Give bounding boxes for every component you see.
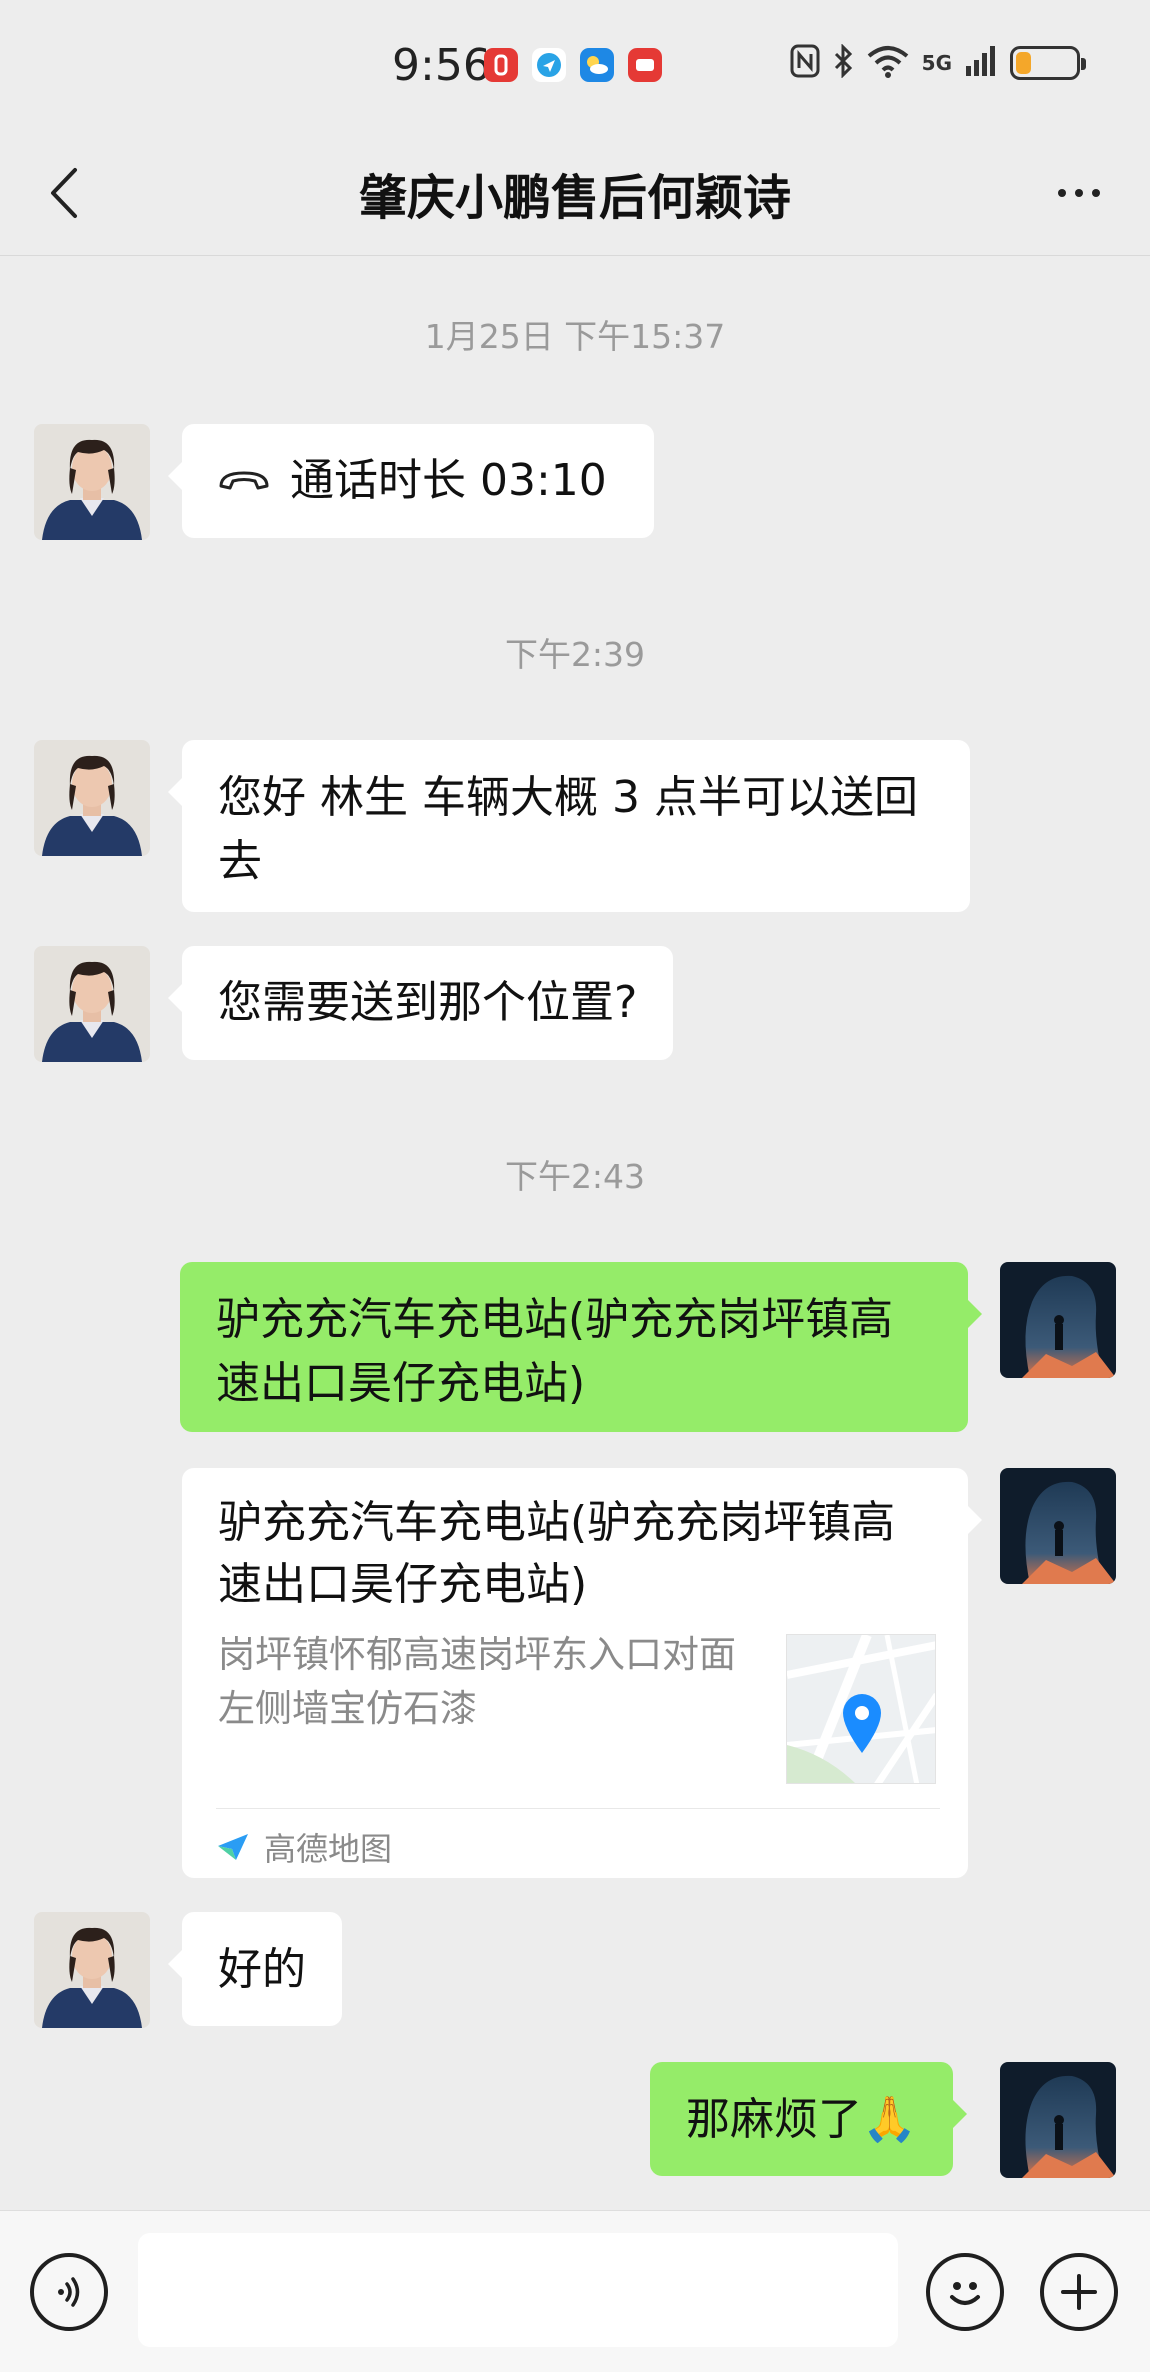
more-icon bbox=[1058, 189, 1066, 197]
location-map-thumbnail bbox=[786, 1634, 936, 1784]
plus-button[interactable] bbox=[1040, 2253, 1118, 2331]
avatar-contact[interactable] bbox=[34, 946, 150, 1062]
voice-icon bbox=[58, 2277, 80, 2307]
status-right: 5G bbox=[790, 43, 1086, 82]
avatar-self[interactable] bbox=[1000, 1262, 1116, 1378]
avatar-contact[interactable] bbox=[34, 424, 150, 540]
weather-icon bbox=[580, 48, 614, 82]
avatar-contact[interactable] bbox=[34, 1912, 150, 2028]
emoji-button[interactable] bbox=[926, 2253, 1004, 2331]
message-input[interactable] bbox=[138, 2233, 898, 2347]
phone-hangup-icon bbox=[219, 471, 269, 490]
amap-logo-icon bbox=[218, 1834, 248, 1860]
avatar-self[interactable] bbox=[1000, 1468, 1116, 1584]
message-bubble[interactable]: 您好 林生 车辆大概 3 点半可以送回去 bbox=[168, 740, 970, 912]
plus-icon bbox=[1061, 2274, 1097, 2310]
location-title: 驴充充汽车充电站(驴充充岗坪镇高速出口昊仔充电站) bbox=[218, 1497, 896, 1610]
location-divider bbox=[216, 1808, 940, 1809]
message-bubble[interactable]: 好的 bbox=[168, 1912, 342, 2026]
location-card[interactable]: 驴充充汽车充电站(驴充充岗坪镇高速出口昊仔充电站) 岗坪镇怀郁高速岗坪东入口对面… bbox=[182, 1468, 982, 1878]
bluetooth-icon bbox=[832, 43, 854, 82]
network-label: 5G bbox=[921, 51, 952, 75]
message-bubble-sent[interactable]: 驴充充汽车充电站(驴充充岗坪镇高速出口昊仔充电站) bbox=[180, 1262, 982, 1432]
status-bar: 9:56 5G bbox=[0, 0, 1150, 130]
status-app-icons bbox=[484, 48, 662, 82]
timestamp: 1月25日 下午15:37 bbox=[424, 317, 726, 356]
notification-red-icon bbox=[484, 48, 518, 82]
location-source: 高德地图 bbox=[216, 1824, 392, 1870]
emoji-icon bbox=[950, 2282, 980, 2305]
call-duration: 通话时长 03:10 bbox=[290, 455, 607, 506]
status-time: 9:56 bbox=[392, 40, 491, 91]
chat-input-bar bbox=[0, 2210, 1150, 2372]
notification-blue-icon bbox=[532, 48, 566, 82]
timestamp: 下午2:39 bbox=[504, 635, 646, 674]
chat-title: 肇庆小鹏售后何颖诗 bbox=[358, 170, 791, 226]
battery-level bbox=[1016, 52, 1031, 74]
more-button[interactable] bbox=[1044, 168, 1114, 218]
avatar-contact[interactable] bbox=[34, 740, 150, 856]
signal-icon bbox=[964, 44, 998, 82]
message-bubble-sent[interactable]: 那麻烦了🙏 bbox=[650, 2062, 967, 2176]
message-bubble[interactable]: 您需要送到那个位置? bbox=[167, 946, 674, 1060]
nfc-icon bbox=[790, 44, 820, 82]
battery-icon bbox=[1010, 46, 1086, 80]
video-red-icon bbox=[628, 48, 662, 82]
wifi-icon bbox=[866, 44, 910, 82]
chat-header: 肇庆小鹏售后何颖诗 bbox=[0, 130, 1150, 256]
avatar-self[interactable] bbox=[1000, 2062, 1116, 2178]
location-source-label: 高德地图 bbox=[264, 1830, 393, 1868]
location-address: 岗坪镇怀郁高速岗坪东入口对面左侧墙宝仿石漆 bbox=[218, 1633, 736, 1730]
call-record-bubble[interactable]: 通话时长 03:10 bbox=[168, 424, 654, 538]
timestamp: 下午2:43 bbox=[504, 1157, 646, 1196]
voice-button[interactable] bbox=[30, 2253, 108, 2331]
